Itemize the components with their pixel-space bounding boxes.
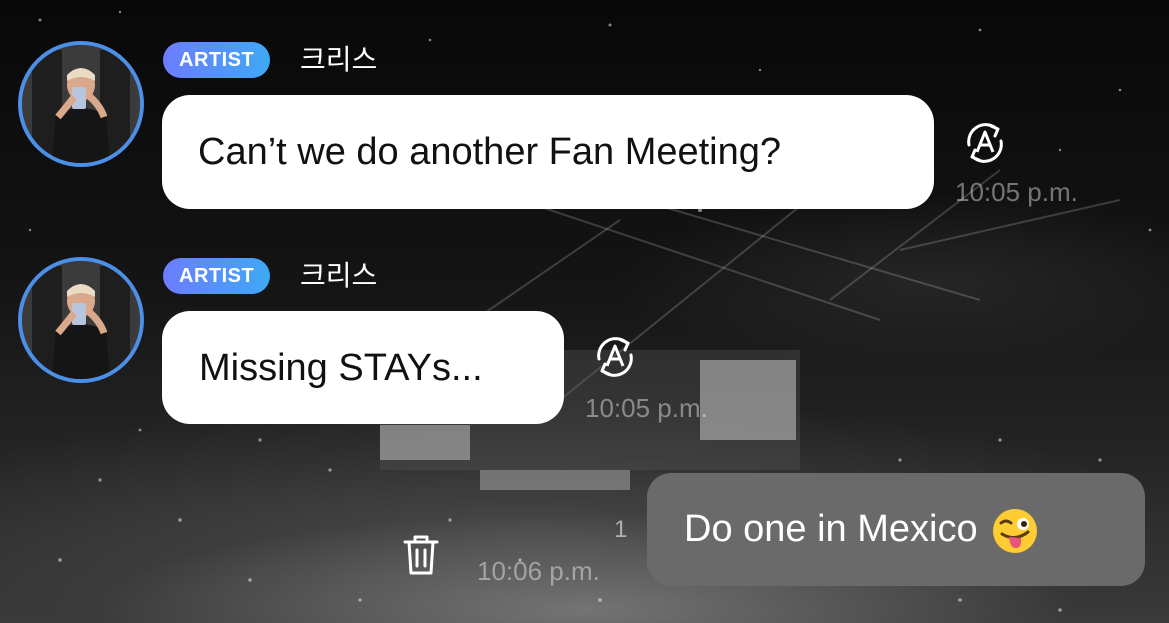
artist-badge: ARTIST [163, 258, 271, 294]
sender-name: 크리스 [300, 259, 378, 292]
message-timestamp: 10:06 p.m. [477, 556, 600, 586]
avatar[interactable] [18, 257, 144, 383]
translate-icon[interactable] [960, 118, 1010, 168]
translate-icon[interactable] [590, 332, 640, 382]
message-bubble[interactable]: Missing STAYs... [162, 311, 564, 424]
message-timestamp: 10:05 p.m. [585, 393, 708, 423]
outgoing-message-bubble[interactable]: Do one in Mexico [647, 473, 1145, 586]
winking-face-with-tongue-emoji [992, 508, 1037, 553]
message-text: Do one in Mexico [684, 508, 978, 550]
artist-badge: ARTIST [163, 42, 271, 78]
avatar[interactable] [18, 41, 144, 167]
read-count: 1 [614, 516, 628, 543]
message-text: Missing STAYs... [199, 347, 483, 389]
message-bubble[interactable]: Can’t we do another Fan Meeting? [162, 95, 934, 209]
message-text: Can’t we do another Fan Meeting? [198, 131, 782, 173]
sender-name: 크리스 [300, 43, 378, 76]
trash-icon[interactable] [401, 533, 441, 577]
message-timestamp: 10:05 p.m. [955, 177, 1078, 207]
